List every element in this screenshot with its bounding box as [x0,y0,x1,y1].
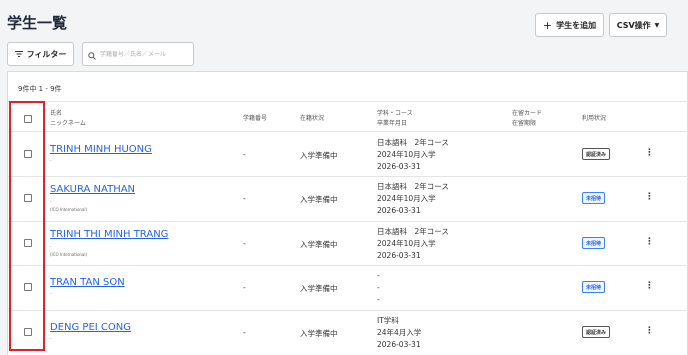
enrollment-status: 入学準備中 [300,195,338,204]
entry-date: 2024年10月入学 [377,150,436,159]
entry-date: - [377,283,380,292]
divider [8,265,688,266]
kebab-menu-icon[interactable]: ⋮ [645,281,654,291]
course: 日本語科 2年コース [377,227,449,236]
course-info: 日本語科 2年コース 2024年10月入学 2026-03-31 [377,226,449,262]
search-input[interactable] [100,50,190,58]
usage-badge: 認証済み [582,326,611,338]
student-name-link[interactable]: DENG PEI CONG [50,322,131,333]
graduation-date: 2026-03-31 [377,162,421,171]
csv-menu-label: CSV操作 [616,20,651,30]
header-card-line2: 在留期限 [512,120,537,127]
divider [8,310,688,311]
header-course-line2: 卒業年月日 [377,120,408,127]
header-name-line2: ニックネーム [50,120,86,127]
header-card-line1: 在留カード [512,110,543,117]
nickname: - [50,158,52,163]
header-course-line1: 学科・コース [377,110,413,117]
search-icon [88,45,96,64]
organization: (ICO International) [50,207,88,212]
filter-label: フィルター [26,49,67,59]
page-title: 学生一覧 [7,14,68,32]
enrollment-status: 入学準備中 [300,329,338,338]
result-count: 9件中 1 - 9件 [18,85,62,93]
enrollment-status: 入学準備中 [300,151,338,160]
header-name-line1: 氏名 [50,110,63,117]
entry-date: 24年4月入学 [377,328,422,337]
course-info: IT学科 24年4月入学 2026-03-31 [377,315,421,351]
student-no: - [243,150,246,159]
student-name-link[interactable]: TRAN TAN SON [50,277,125,288]
student-name-link[interactable]: TRINH THI MINH TRANG [50,229,168,240]
kebab-menu-icon[interactable]: ⋮ [645,237,654,247]
plus-icon: + [542,18,553,32]
course: 日本語科 2年コース [377,138,449,147]
nickname: - [50,336,52,341]
course: - [377,271,380,280]
course: IT学科 [377,316,399,325]
divider [8,101,688,102]
graduation-date: 2026-03-31 [377,251,421,260]
usage-badge: 未招待 [582,281,606,293]
student-name-link[interactable]: SAKURA NATHAN [50,184,135,195]
usage-badge: 認証済み [582,148,611,160]
usage-badge: 未招待 [582,192,606,204]
search-box[interactable] [82,42,194,66]
graduation-date: 2026-03-31 [377,206,421,215]
course-info: 日本語科 2年コース 2024年10月入学 2026-03-31 [377,181,449,217]
entry-date: 2024年10月入学 [377,239,436,248]
course-info: 日本語科 2年コース 2024年10月入学 2026-03-31 [377,137,449,173]
student-no: - [243,283,246,292]
divider [8,176,688,177]
checkbox-column-highlight [9,101,45,351]
header-status: 在籍状況 [300,115,325,122]
header-course: 学科・コース 卒業年月日 [377,109,413,129]
entry-date: 2024年10月入学 [377,194,436,203]
graduation-date: - [377,295,380,304]
kebab-menu-icon[interactable]: ⋮ [645,192,654,202]
divider [8,221,688,222]
kebab-menu-icon[interactable]: ⋮ [645,148,654,158]
student-no: - [243,194,246,203]
header-student-no: 学籍番号 [243,115,268,122]
add-student-label: 学生を追加 [556,20,597,30]
course: 日本語科 2年コース [377,182,449,191]
enrollment-status: 入学準備中 [300,240,338,249]
csv-menu-button[interactable]: CSV操作 ▼ [609,13,667,37]
filter-icon [14,50,23,59]
chevron-down-icon: ▼ [654,21,660,29]
header-residence-card: 在留カード 在留期限 [512,109,542,129]
student-no: - [243,239,246,248]
student-name-link[interactable]: TRINH MINH HUONG [50,144,152,155]
nickname: - [50,291,52,296]
filter-button[interactable]: フィルター [7,42,74,66]
kebab-menu-icon[interactable]: ⋮ [645,326,654,336]
organization: (ICO International) [50,252,88,257]
course-info: - - - [377,270,380,306]
header-usage: 利用状況 [582,115,607,122]
divider [8,131,688,132]
student-no: - [243,328,246,337]
add-student-button[interactable]: + 学生を追加 [535,13,604,37]
usage-badge: 未招待 [582,237,606,249]
header-name: 氏名 ニックネーム [50,109,86,129]
enrollment-status: 入学準備中 [300,284,338,293]
graduation-date: 2026-03-31 [377,340,421,349]
nickname: - [50,244,52,249]
nickname: - [50,199,52,204]
